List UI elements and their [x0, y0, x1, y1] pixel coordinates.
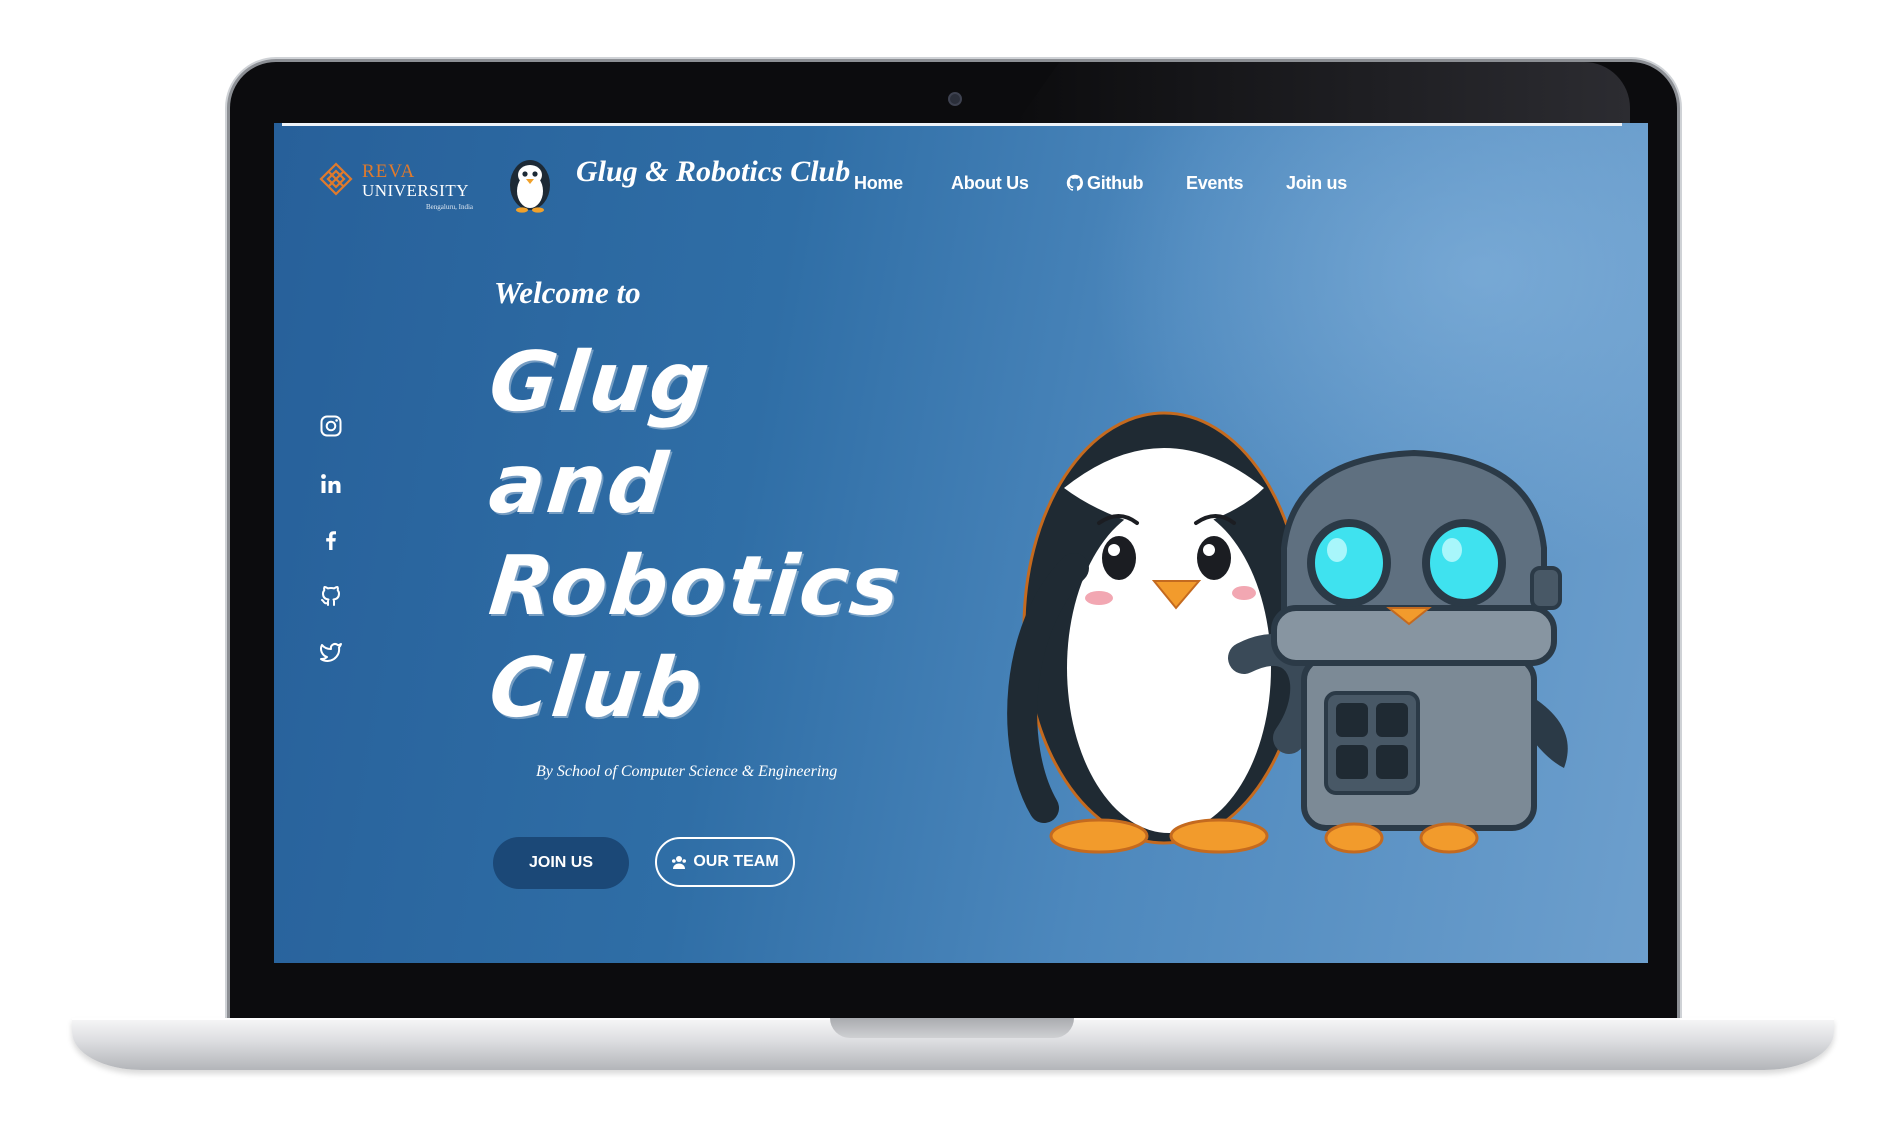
team-icon: [672, 856, 687, 869]
website-screen: REVA UNIVERSITY Bengaluru, India Glug & …: [274, 123, 1648, 963]
nav-events[interactable]: Events: [1186, 173, 1244, 194]
linkedin-icon[interactable]: [316, 469, 346, 499]
welcome-text: Welcome to: [494, 275, 641, 310]
twitter-icon[interactable]: [316, 637, 346, 667]
our-team-button[interactable]: OUR TEAM: [655, 837, 795, 887]
webcam: [948, 92, 962, 106]
robot-mascot: [1271, 449, 1568, 854]
hero-title-line-2: and: [485, 437, 674, 532]
nav-about-us[interactable]: About Us: [951, 173, 1029, 194]
nav-join-us[interactable]: Join us: [1286, 173, 1347, 194]
hero-title-line-3: Robotics: [485, 539, 907, 634]
screen-top-line: [282, 123, 1622, 126]
penguin-mascot: [1007, 411, 1323, 854]
hero-title-line-4: Club: [485, 641, 709, 736]
main-nav: Home About Us Github Events Join us: [274, 173, 1648, 203]
penguin-and-robot-illustration: [1007, 411, 1568, 854]
byline: By School of Computer Science & Engineer…: [536, 763, 838, 780]
university-city: Bengaluru, India: [426, 203, 474, 211]
lid-reflection: [1010, 62, 1630, 132]
nav-github[interactable]: Github: [1066, 173, 1143, 194]
hero-title-line-1: Glug: [485, 335, 716, 430]
instagram-icon[interactable]: [316, 411, 346, 441]
nav-home[interactable]: Home: [854, 173, 903, 194]
github-icon[interactable]: [316, 581, 346, 611]
github-icon: [1066, 174, 1083, 191]
nav-github-label: Github: [1087, 173, 1144, 193]
join-us-button[interactable]: JOIN US: [493, 837, 629, 889]
laptop-notch: [830, 1018, 1074, 1038]
our-team-label: OUR TEAM: [693, 853, 779, 870]
facebook-icon[interactable]: [316, 525, 346, 555]
